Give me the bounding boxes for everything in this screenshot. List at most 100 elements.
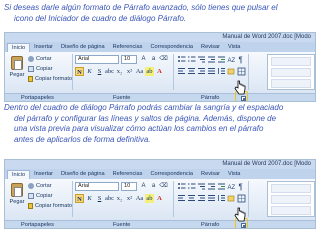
group-separator (248, 181, 249, 217)
tab-referencias[interactable]: Referencias (109, 43, 147, 52)
font-color-button[interactable]: A (155, 67, 164, 76)
bullets-icon[interactable] (177, 182, 186, 191)
italic-button[interactable]: K (85, 194, 94, 203)
decrease-indent-icon[interactable] (207, 182, 216, 191)
justify-icon[interactable] (207, 194, 216, 203)
superscript-button[interactable]: x² (125, 194, 134, 203)
tab-insertar[interactable]: Insertar (30, 170, 57, 179)
cut-button[interactable]: Cortar (28, 181, 72, 191)
shading-icon[interactable] (227, 194, 236, 203)
grow-font-icon[interactable]: A (139, 55, 148, 64)
increase-indent-icon[interactable] (217, 182, 226, 191)
grow-font-icon[interactable]: A (139, 182, 148, 191)
align-center-icon[interactable] (187, 194, 196, 203)
font-name-select[interactable]: Arial (75, 182, 119, 191)
paragraph-row-1: AZ ¶ (177, 182, 247, 191)
sort-icon[interactable]: AZ (227, 182, 236, 191)
clipboard-icon (11, 56, 23, 70)
tab-revisar[interactable]: Revisar (197, 170, 224, 179)
highlight-button[interactable]: ab (145, 67, 154, 76)
font-name-select[interactable]: Arial (75, 55, 119, 64)
brush-icon (28, 76, 33, 82)
group-label-clipboard: Portapapeles (21, 222, 54, 228)
paste-button[interactable]: Pegar (8, 181, 26, 215)
tab-insertar[interactable]: Insertar (30, 43, 57, 52)
tab-correspondencia[interactable]: Correspondencia (146, 170, 197, 179)
underline-button[interactable]: S (95, 67, 104, 76)
line-spacing-icon[interactable] (217, 67, 226, 76)
decrease-indent-icon[interactable] (207, 55, 216, 64)
align-left-icon[interactable] (177, 67, 186, 76)
dialog-paragraph: Dentro del cuadro de diálogo Párrafo pod… (4, 103, 318, 145)
strikethrough-button[interactable]: abc (105, 194, 114, 203)
shrink-font-icon[interactable]: a (149, 55, 158, 64)
tab-inicio[interactable]: Inicio (7, 170, 31, 179)
tab-correspondencia[interactable]: Correspondencia (146, 43, 197, 52)
sort-icon[interactable]: AZ (227, 55, 236, 64)
justify-icon[interactable] (207, 67, 216, 76)
copy-icon (28, 66, 34, 72)
styles-gallery[interactable] (267, 54, 315, 90)
paste-button[interactable]: Pegar (8, 54, 26, 88)
align-right-icon[interactable] (197, 194, 206, 203)
styles-gallery[interactable] (267, 181, 315, 217)
italic-button[interactable]: K (85, 67, 94, 76)
tab-diseno-pagina[interactable]: Diseño de página (57, 43, 109, 52)
format-painter-button[interactable]: Copiar formato (28, 201, 72, 211)
window-title: Manual de Word 2007.doc [Modo (222, 161, 311, 167)
shading-icon[interactable] (227, 67, 236, 76)
scissors-icon (28, 183, 34, 189)
group-separator (248, 54, 249, 90)
tab-vista[interactable]: Vista (224, 43, 244, 52)
ribbon-screenshot-2: Manual de Word 2007.doc [Modo Inicio Ins… (4, 159, 316, 229)
clipboard-commands: Cortar Copiar Copiar formato (28, 181, 72, 211)
tab-referencias[interactable]: Referencias (109, 170, 147, 179)
strikethrough-button[interactable]: abc (105, 67, 114, 76)
copy-button[interactable]: Copiar (28, 191, 72, 201)
shrink-font-icon[interactable]: a (149, 182, 158, 191)
ribbon-tabs: Inicio Insertar Diseño de página Referen… (5, 169, 315, 179)
svg-text:¶: ¶ (239, 56, 243, 65)
paragraph-row-2 (177, 67, 247, 76)
font-size-select[interactable]: 10 (121, 182, 137, 191)
bold-button[interactable]: N (75, 194, 84, 203)
hand-cursor-icon (234, 80, 246, 95)
clear-format-icon[interactable]: ⌫ (159, 55, 168, 64)
change-case-button[interactable]: Aa (135, 67, 144, 76)
tab-revisar[interactable]: Revisar (197, 43, 224, 52)
format-painter-button[interactable]: Copiar formato (28, 74, 72, 84)
line-spacing-icon[interactable] (217, 194, 226, 203)
underline-button[interactable]: S (95, 194, 104, 203)
font-color-button[interactable]: A (155, 194, 164, 203)
copy-button[interactable]: Copiar (28, 64, 72, 74)
group-separator (173, 181, 174, 217)
borders-icon[interactable] (237, 67, 246, 76)
borders-icon[interactable] (237, 194, 246, 203)
clear-format-icon[interactable]: ⌫ (159, 182, 168, 191)
group-label-paragraph: Párrafo (201, 95, 220, 101)
dialog-line-3: una vista previa para visualizar cómo ac… (14, 124, 264, 133)
superscript-button[interactable]: x² (125, 67, 134, 76)
multilevel-list-icon[interactable] (197, 55, 206, 64)
increase-indent-icon[interactable] (217, 55, 226, 64)
show-marks-icon[interactable]: ¶ (237, 182, 246, 192)
change-case-button[interactable]: Aa (135, 194, 144, 203)
tab-diseno-pagina[interactable]: Diseño de página (57, 170, 109, 179)
show-marks-icon[interactable]: ¶ (237, 55, 246, 65)
font-size-select[interactable]: 10 (121, 55, 137, 64)
subscript-button[interactable]: x₂ (115, 194, 124, 203)
tab-inicio[interactable]: Inicio (7, 43, 31, 52)
tab-vista[interactable]: Vista (224, 170, 244, 179)
multilevel-list-icon[interactable] (197, 182, 206, 191)
align-left-icon[interactable] (177, 194, 186, 203)
align-right-icon[interactable] (197, 67, 206, 76)
numbering-icon[interactable] (187, 182, 196, 191)
group-separator (72, 54, 73, 90)
bold-button[interactable]: N (75, 67, 84, 76)
align-center-icon[interactable] (187, 67, 196, 76)
bullets-icon[interactable] (177, 55, 186, 64)
highlight-button[interactable]: ab (145, 194, 154, 203)
cut-button[interactable]: Cortar (28, 54, 72, 64)
subscript-button[interactable]: x₂ (115, 67, 124, 76)
numbering-icon[interactable] (187, 55, 196, 64)
